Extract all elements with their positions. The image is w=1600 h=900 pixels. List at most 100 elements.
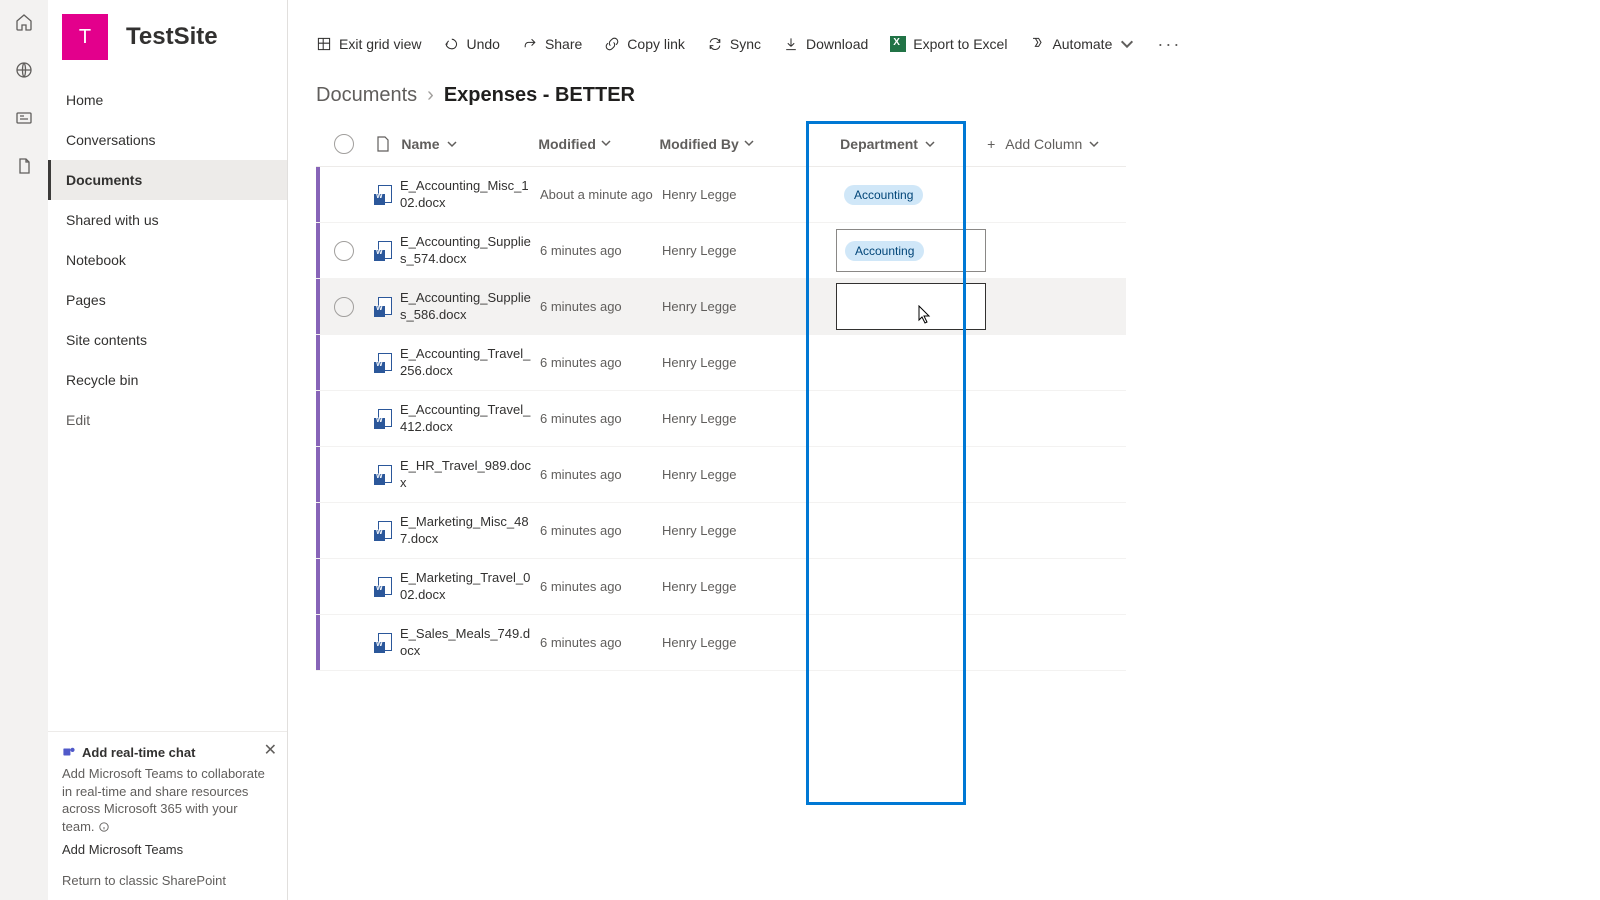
automate-button[interactable]: Automate (1029, 36, 1135, 52)
file-name[interactable]: E_Accounting_Travel_412.docx (400, 391, 540, 446)
export-excel-button[interactable]: Export to Excel (890, 36, 1007, 52)
table-row[interactable]: E_Accounting_Supplies_586.docx6 minutes … (316, 279, 1126, 335)
file-name[interactable]: E_HR_Travel_989.docx (400, 447, 540, 502)
department-cell-focused[interactable]: Accounting (836, 229, 986, 272)
promo-link[interactable]: Add Microsoft Teams (62, 841, 273, 859)
modified-cell: 6 minutes ago (540, 503, 662, 558)
row-select[interactable] (322, 559, 366, 614)
classic-link[interactable]: Return to classic SharePoint (48, 865, 287, 900)
nav-edit[interactable]: Edit (48, 400, 287, 440)
nav-conversations[interactable]: Conversations (48, 120, 287, 160)
file-name[interactable]: E_Sales_Meals_749.docx (400, 615, 540, 670)
nav-recycle-bin[interactable]: Recycle bin (48, 360, 287, 400)
grid-header: Name Modified Modified By Department Add… (316, 121, 1126, 167)
file-name[interactable]: E_Accounting_Travel_256.docx (400, 335, 540, 390)
table-row[interactable]: E_Accounting_Travel_412.docx6 minutes ag… (316, 391, 1126, 447)
modifiedby-cell[interactable]: Henry Legge (662, 615, 832, 670)
department-cell[interactable] (832, 447, 992, 502)
nav-site-contents[interactable]: Site contents (48, 320, 287, 360)
modifiedby-cell[interactable]: Henry Legge (662, 447, 832, 502)
table-row[interactable]: E_Accounting_Misc_102.docxAbout a minute… (316, 167, 1126, 223)
row-select[interactable] (322, 223, 366, 278)
row-select[interactable] (322, 279, 366, 334)
modifiedby-cell[interactable]: Henry Legge (662, 559, 832, 614)
sync-button[interactable]: Sync (707, 36, 761, 52)
file-name[interactable]: E_Accounting_Supplies_574.docx (400, 223, 540, 278)
file-grid: Name Modified Modified By Department Add… (316, 121, 1126, 671)
file-name[interactable]: E_Marketing_Travel_002.docx (400, 559, 540, 614)
dept-pill: Accounting (844, 185, 923, 205)
add-column-button[interactable]: Add Column (987, 136, 1126, 152)
modifiedby-header[interactable]: Modified By (659, 136, 828, 152)
breadcrumb-leaf: Expenses - BETTER (444, 84, 635, 107)
more-button[interactable]: ··· (1157, 34, 1181, 55)
file-name[interactable]: E_Accounting_Misc_102.docx (400, 167, 540, 222)
modifiedby-cell[interactable]: Henry Legge (662, 335, 832, 390)
home-icon[interactable] (14, 12, 34, 32)
file-name[interactable]: E_Accounting_Supplies_586.docx (400, 279, 540, 334)
nav-home[interactable]: Home (48, 80, 287, 120)
site-logo: T (62, 14, 108, 60)
modifiedby-cell[interactable]: Henry Legge (662, 503, 832, 558)
chevron-down-icon (446, 138, 458, 150)
nav-notebook[interactable]: Notebook (48, 240, 287, 280)
share-button[interactable]: Share (522, 36, 582, 52)
exit-grid-button[interactable]: Exit grid view (316, 36, 421, 52)
modifiedby-cell[interactable]: Henry Legge (662, 391, 832, 446)
table-row[interactable]: E_Accounting_Supplies_574.docx6 minutes … (316, 223, 1126, 279)
row-select[interactable] (322, 615, 366, 670)
chevron-down-icon (743, 137, 755, 149)
promo-title: Add real-time chat (62, 744, 273, 762)
news-icon[interactable] (14, 108, 34, 128)
teams-promo: ✕ Add real-time chat Add Microsoft Teams… (48, 731, 287, 865)
department-cell[interactable] (832, 335, 992, 390)
table-row[interactable]: E_Accounting_Travel_256.docx6 minutes ag… (316, 335, 1126, 391)
file-icon[interactable] (14, 156, 34, 176)
promo-body: Add Microsoft Teams to collaborate in re… (62, 765, 273, 835)
excel-icon (890, 36, 906, 52)
table-row[interactable]: E_HR_Travel_989.docx6 minutes agoHenry L… (316, 447, 1126, 503)
row-select[interactable] (322, 391, 366, 446)
chevron-down-icon (924, 138, 936, 150)
nav-pages[interactable]: Pages (48, 280, 287, 320)
type-header[interactable] (366, 136, 400, 152)
nav-documents[interactable]: Documents (48, 160, 287, 200)
copy-link-button[interactable]: Copy link (604, 36, 685, 52)
row-select[interactable] (322, 503, 366, 558)
department-cell-editing[interactable] (836, 283, 986, 330)
row-select[interactable] (322, 447, 366, 502)
modifiedby-cell[interactable]: Henry Legge (662, 279, 832, 334)
modified-cell: 6 minutes ago (540, 615, 662, 670)
table-row[interactable]: E_Marketing_Travel_002.docx6 minutes ago… (316, 559, 1126, 615)
name-header[interactable]: Name (399, 136, 538, 152)
globe-icon[interactable] (14, 60, 34, 80)
cursor-icon (918, 305, 932, 325)
file-type-icon (366, 447, 400, 502)
site-sidebar: T TestSite HomeConversationsDocumentsSha… (48, 0, 288, 900)
file-name[interactable]: E_Marketing_Misc_487.docx (400, 503, 540, 558)
modifiedby-cell[interactable]: Henry Legge (662, 223, 832, 278)
table-row[interactable]: E_Marketing_Misc_487.docx6 minutes agoHe… (316, 503, 1126, 559)
close-icon[interactable]: ✕ (264, 740, 277, 762)
chevron-down-icon (1119, 36, 1135, 52)
department-header[interactable]: Department (828, 136, 987, 152)
modified-cell: 6 minutes ago (540, 559, 662, 614)
table-row[interactable]: E_Sales_Meals_749.docx6 minutes agoHenry… (316, 615, 1126, 671)
download-button[interactable]: Download (783, 36, 868, 52)
app-rail (0, 0, 48, 900)
breadcrumb-root[interactable]: Documents (316, 84, 417, 107)
undo-button[interactable]: Undo (443, 36, 499, 52)
modified-cell: 6 minutes ago (540, 391, 662, 446)
select-all[interactable] (322, 134, 366, 154)
department-cell[interactable] (832, 559, 992, 614)
row-select[interactable] (322, 335, 366, 390)
chevron-right-icon: › (427, 84, 434, 107)
modified-header[interactable]: Modified (538, 136, 659, 152)
department-cell[interactable]: Accounting (832, 167, 992, 222)
row-select[interactable] (322, 167, 366, 222)
department-cell[interactable] (832, 503, 992, 558)
department-cell[interactable] (832, 615, 992, 670)
modifiedby-cell[interactable]: Henry Legge (662, 167, 832, 222)
department-cell[interactable] (832, 391, 992, 446)
nav-shared-with-us[interactable]: Shared with us (48, 200, 287, 240)
